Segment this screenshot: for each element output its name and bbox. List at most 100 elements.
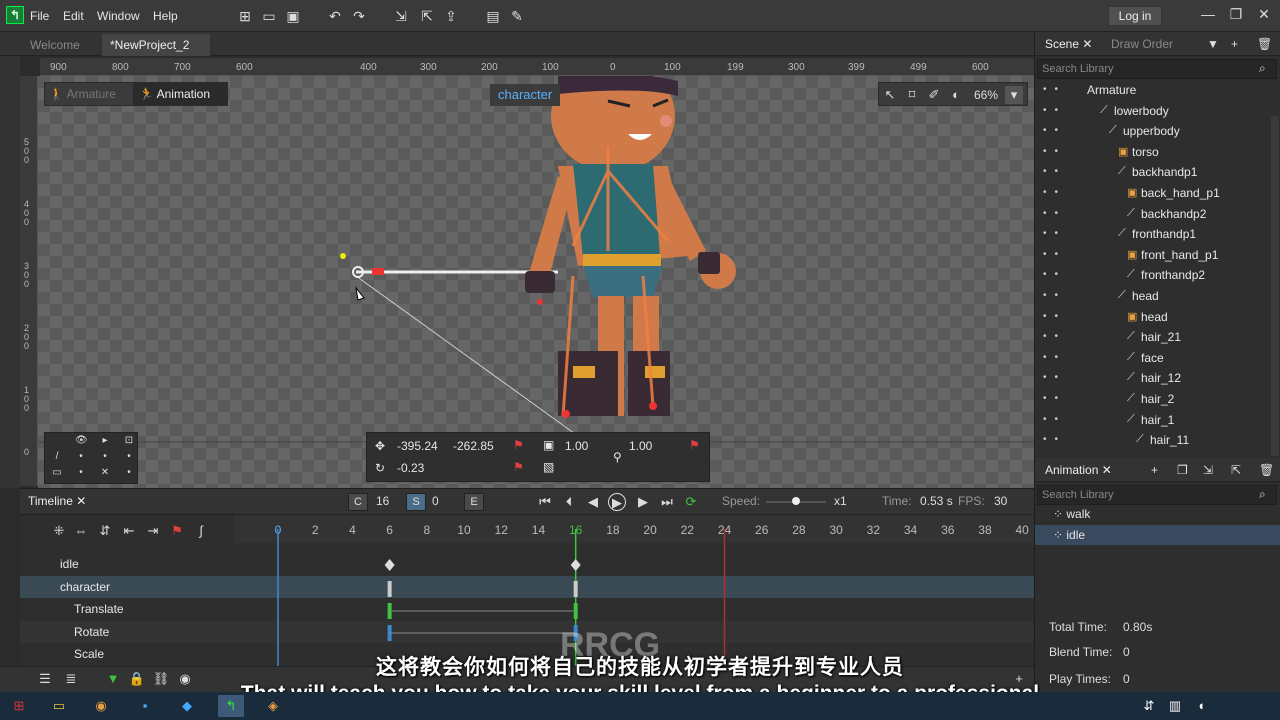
tree-node[interactable]: •• ⟋ hair_12	[1035, 368, 1269, 388]
file-explorer-icon[interactable]: ▭	[46, 695, 72, 717]
timeline-track[interactable]: Rotate	[20, 620, 1034, 643]
menu-file[interactable]: File	[30, 9, 49, 23]
tab-animation[interactable]: Animation ✕	[1045, 463, 1112, 477]
onion-skin-icon[interactable]: ◐	[947, 86, 965, 104]
curve-icon[interactable]: ∫	[192, 523, 210, 541]
menu-edit[interactable]: Edit	[63, 9, 84, 23]
tree-node[interactable]: •• ▣ back_hand_p1	[1035, 183, 1269, 203]
timeline-track[interactable]: Translate	[20, 598, 1034, 620]
maximize-icon[interactable]: ❐	[1226, 4, 1246, 24]
export-animation-icon[interactable]: ⇱	[1231, 463, 1241, 477]
close-window-icon[interactable]: ✕	[1254, 4, 1274, 24]
speed-slider-handle[interactable]	[792, 497, 800, 505]
tree-node[interactable]: •• ⟋ fronthandp1	[1035, 224, 1269, 244]
stage-canvas[interactable]: 🚶 Armature 🏃 Animation character ↖ ⌑ ✐ ◐…	[38, 76, 1034, 488]
key-right-icon[interactable]: ⇥	[144, 523, 162, 541]
current-frame-value[interactable]: 16	[376, 494, 389, 508]
tree-node[interactable]: •• ⟋ backhandp1	[1035, 162, 1269, 182]
visibility-dots[interactable]: ••	[1043, 228, 1066, 239]
undo-icon[interactable]: ↶	[326, 7, 344, 25]
tree-node[interactable]: •• ▣ head	[1035, 307, 1269, 327]
dragonbones-icon[interactable]: ↰	[218, 695, 244, 717]
tree-node[interactable]: •• ▣ front_hand_p1	[1035, 245, 1269, 265]
translate-y-value[interactable]: -262.85	[453, 439, 494, 453]
visibility-dots[interactable]: ••	[1043, 414, 1066, 425]
keyframe-flag-icon[interactable]: ⚑	[513, 460, 524, 474]
document-icon[interactable]: ▤	[484, 7, 502, 25]
lock-icon[interactable]: ⊡	[123, 435, 135, 446]
visibility-dots[interactable]: ••	[1043, 434, 1066, 445]
app-icon[interactable]: ◈	[260, 695, 286, 717]
tab-timeline[interactable]: Timeline ✕	[28, 494, 86, 508]
tree-node[interactable]: •• ⟋ hair_11	[1035, 430, 1269, 450]
frame-ruler[interactable]: 0 2 4 6 8 10 12 14 16 18 20 22 24 26 28 30 32 34 36 38 40	[234, 515, 1034, 543]
visibility-dots[interactable]: ••	[1043, 105, 1066, 116]
slot-key-icon[interactable]: ⇵	[96, 523, 114, 541]
transform-tool-icon[interactable]: ⌑	[903, 86, 921, 104]
tree-node[interactable]: •• ⟋ upperbody	[1035, 121, 1269, 141]
toggle-dot[interactable]: •	[123, 451, 135, 462]
save-icon[interactable]: ▣	[284, 7, 302, 25]
zoom-dropdown-icon[interactable]: ▾	[1005, 86, 1023, 104]
animation-mode-button[interactable]: 🏃 Animation	[133, 83, 227, 105]
toggle-x[interactable]: ✕	[99, 467, 111, 478]
chrome-icon[interactable]: ◉	[88, 695, 114, 717]
visibility-dots[interactable]: ••	[1043, 393, 1066, 404]
translate-x-value[interactable]: -395.24	[397, 439, 438, 453]
close-tab-icon[interactable]: ✕	[1082, 37, 1092, 51]
timeline-track[interactable]: idle	[20, 553, 1034, 575]
fps-value[interactable]: 30	[994, 494, 1007, 508]
armature-mode-button[interactable]: 🚶 Armature	[49, 83, 129, 105]
tree-node[interactable]: •• ⟋ hair_21	[1035, 327, 1269, 347]
visibility-dots[interactable]: ••	[1043, 208, 1066, 219]
redo-icon[interactable]: ↷	[350, 7, 368, 25]
tree-node[interactable]: •• ⟋ backhandp2	[1035, 204, 1269, 224]
duplicate-icon[interactable]: ❐	[1177, 463, 1188, 477]
bone-key-icon[interactable]: ⇔	[72, 523, 90, 541]
image-icon[interactable]: ▭	[51, 467, 63, 478]
cursor-icon[interactable]: ▸	[99, 435, 111, 446]
eye-icon[interactable]: 👁	[75, 435, 88, 446]
toggle-dot[interactable]: •	[123, 467, 135, 478]
rotation-value[interactable]: -0.23	[397, 461, 424, 475]
tree-node[interactable]: •• ⟋ face	[1035, 348, 1269, 368]
tree-node[interactable]: •• ⟋ fronthandp2	[1035, 265, 1269, 285]
visibility-dots[interactable]: ••	[1043, 84, 1066, 95]
close-tab-icon[interactable]: ✕	[76, 494, 86, 508]
keyframe-flag-icon[interactable]: ⚑	[689, 438, 700, 452]
photoshop-icon[interactable]: ▪	[132, 695, 158, 717]
tab-scene[interactable]: Scene ✕	[1045, 37, 1092, 51]
toggle-dot[interactable]: •	[75, 467, 87, 478]
publish-icon[interactable]: ⇪	[442, 7, 460, 25]
select-tool-icon[interactable]: ↖	[881, 86, 899, 104]
new-project-icon[interactable]: ⊞	[236, 7, 254, 25]
tray-icon[interactable]: ⇵	[1136, 695, 1162, 717]
toggle-dot[interactable]: •	[99, 451, 111, 462]
app-icon[interactable]: ◆	[174, 695, 200, 717]
add-icon[interactable]: +	[1231, 37, 1238, 51]
key-left-icon[interactable]: ⇤	[120, 523, 138, 541]
minimize-icon[interactable]: —	[1198, 4, 1218, 24]
visibility-dots[interactable]: ••	[1043, 372, 1066, 383]
last-frame-icon[interactable]: ⏭	[658, 493, 676, 511]
link-icon[interactable]: ⚲	[613, 450, 622, 464]
scene-search-input[interactable]: Search Library	[1037, 59, 1277, 79]
tree-node[interactable]: •• Armature	[1035, 80, 1269, 100]
import-icon[interactable]: ⇲	[392, 7, 410, 25]
visibility-dots[interactable]: ••	[1043, 125, 1066, 136]
delete-animation-icon[interactable]: 🗑	[1259, 463, 1274, 477]
brush-tool-icon[interactable]: ✐	[925, 86, 943, 104]
animation-item-idle[interactable]: ⁘ idle	[1035, 525, 1280, 545]
visibility-dots[interactable]: ••	[1043, 166, 1066, 177]
animation-item-walk[interactable]: ⁘ walk	[1035, 504, 1280, 524]
add-animation-icon[interactable]: +	[1151, 463, 1158, 477]
loop-icon[interactable]: ⟳	[682, 493, 700, 511]
scale-y-value[interactable]: 1.00	[629, 439, 652, 453]
visibility-dots[interactable]: ••	[1043, 311, 1066, 322]
tree-node[interactable]: •• ⟋ lowerbody	[1035, 101, 1269, 121]
close-tab-icon[interactable]: ✕	[1102, 463, 1112, 477]
next-frame-icon[interactable]: ▶	[634, 493, 652, 511]
start-frame-value[interactable]: 0	[432, 494, 439, 508]
network-icon[interactable]: ▥	[1162, 695, 1188, 717]
menu-help[interactable]: Help	[153, 9, 178, 23]
